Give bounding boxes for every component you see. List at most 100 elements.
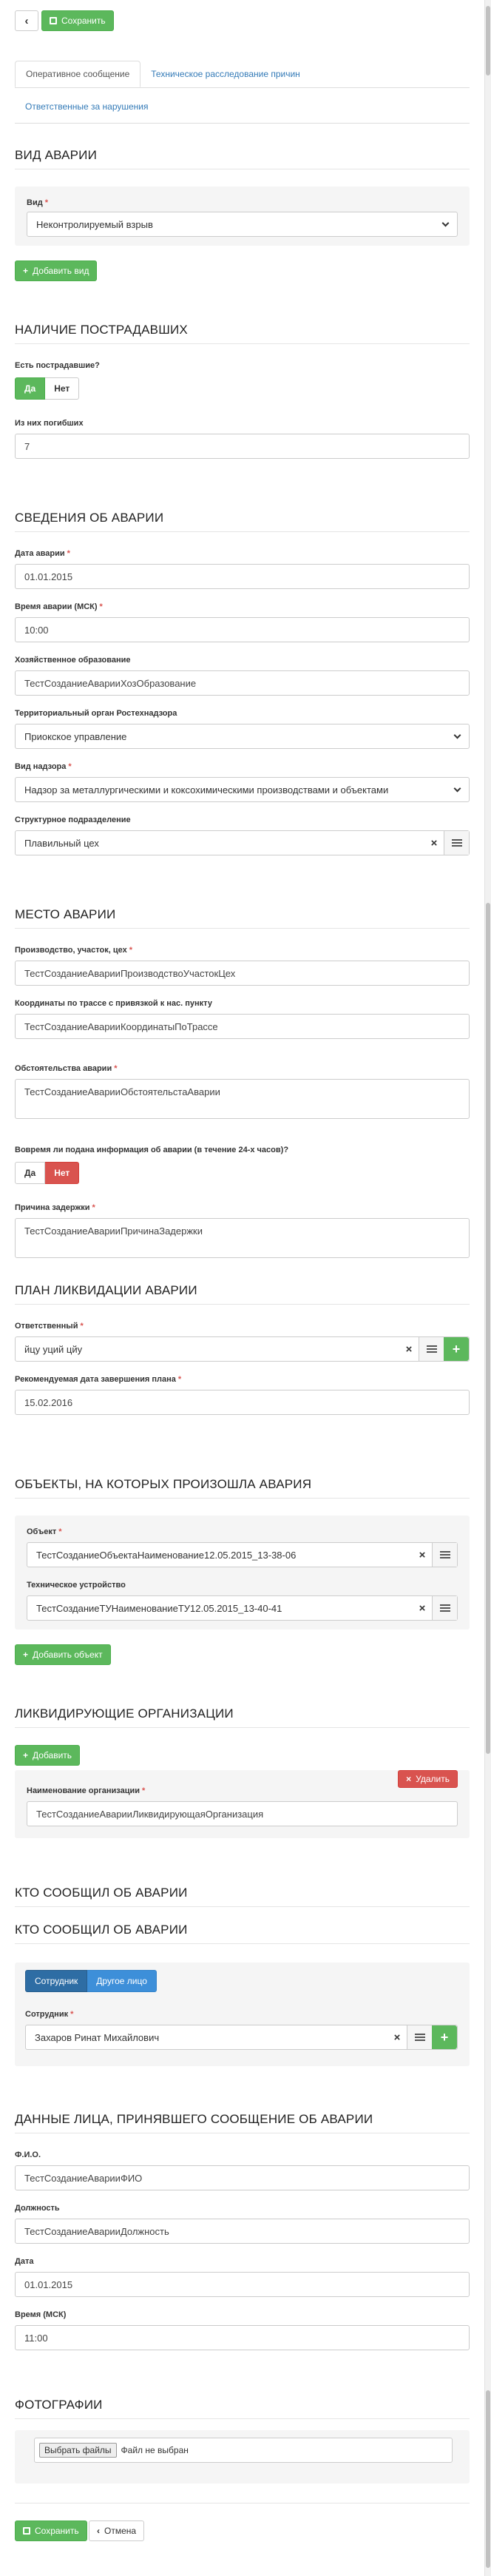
- pos-label: Должность: [15, 2204, 60, 2213]
- division-lookup[interactable]: Плавильный цех ×: [15, 830, 470, 855]
- receiver-time-input[interactable]: 11:00: [15, 2325, 470, 2350]
- cancel-label: Отмена: [104, 2526, 137, 2536]
- tab-operational[interactable]: Оперативное сообщение: [15, 61, 141, 87]
- no-option[interactable]: Нет: [45, 1162, 80, 1184]
- clear-icon[interactable]: ×: [413, 1549, 432, 1561]
- resp-lookup[interactable]: йцу уций цйу × +: [15, 1336, 470, 1362]
- menu-icon: [426, 1345, 437, 1353]
- file-input[interactable]: Выбрать файлы Файл не выбран: [34, 2438, 453, 2463]
- receiver-date-input[interactable]: 01.01.2015: [15, 2272, 470, 2297]
- add-icon[interactable]: +: [444, 1337, 469, 1361]
- save-button-bottom[interactable]: Сохранить: [15, 2520, 87, 2541]
- econ-label: Хозяйственное образование: [15, 656, 131, 665]
- coords-input[interactable]: ТестСозданиеАварииКоординатыПоТрассе: [15, 1014, 470, 1039]
- org-well: × Удалить Наименование организации * Тест…: [15, 1770, 470, 1838]
- tab-label: Оперативное сообщение: [26, 69, 130, 79]
- prod-input[interactable]: ТестСозданиеАварииПроизводствоУчастокЦех: [15, 961, 470, 986]
- clear-icon[interactable]: ×: [413, 1602, 432, 1615]
- fio-input[interactable]: ТестСозданиеАварииФИО: [15, 2165, 470, 2190]
- list-button[interactable]: [432, 1543, 457, 1567]
- org-input[interactable]: ТестСозданиеАварииЛиквидирующаяОрганизац…: [27, 1801, 458, 1826]
- timely-toggle: Да Нет: [15, 1162, 80, 1184]
- plus-icon: +: [23, 1750, 29, 1761]
- objects-well: Объект * ТестСозданиеОбъектаНаименование1…: [15, 1516, 470, 1630]
- add-type-button[interactable]: + Добавить вид: [15, 260, 98, 281]
- choose-files-button[interactable]: Выбрать файлы: [39, 2443, 117, 2458]
- delete-org-button[interactable]: × Удалить: [398, 1770, 458, 1788]
- pos-input[interactable]: ТестСозданиеАварииДолжность: [15, 2219, 470, 2244]
- delete-label: Удалить: [416, 1774, 450, 1784]
- no-file-label: Файл не выбран: [121, 2445, 189, 2455]
- fio-label: Ф.И.О.: [15, 2150, 41, 2159]
- dead-label: Из них погибших: [15, 419, 84, 428]
- division-value: Плавильный цех: [24, 837, 99, 849]
- device-label: Техническое устройство: [27, 1581, 126, 1590]
- no-option[interactable]: Нет: [45, 377, 80, 400]
- delay-label: Причина задержки *: [15, 1203, 95, 1212]
- object-lookup[interactable]: ТестСозданиеОбъектаНаименование12.05.201…: [27, 1542, 458, 1567]
- cancel-button[interactable]: ‹ Отмена: [89, 2520, 145, 2541]
- yes-option[interactable]: Да: [15, 377, 46, 400]
- add-object-button[interactable]: + Добавить объект: [15, 1644, 111, 1665]
- list-button[interactable]: [444, 831, 469, 855]
- employee-option[interactable]: Сотрудник: [25, 1970, 88, 1992]
- terr-select[interactable]: Приокское управление: [15, 724, 470, 749]
- type-well: Вид * Неконтролируемый взрыв: [15, 186, 470, 246]
- list-button[interactable]: [407, 2025, 432, 2049]
- photos-well: Выбрать файлы Файл не выбран: [15, 2430, 470, 2483]
- employee-value: Захаров Ринат Михайлович: [35, 2031, 160, 2043]
- dead-input[interactable]: 7: [15, 434, 470, 459]
- timely-label: Вовремя ли подана информация об аварии (…: [15, 1146, 289, 1154]
- clear-icon[interactable]: ×: [399, 1343, 419, 1356]
- add-icon[interactable]: +: [432, 2025, 457, 2049]
- type-select[interactable]: Неконтролируемый взрыв: [27, 212, 458, 237]
- division-label: Структурное подразделение: [15, 815, 131, 824]
- tab-label: Ответственные за нарушения: [25, 101, 149, 112]
- add-org-button[interactable]: + Добавить: [15, 1745, 81, 1766]
- date-input[interactable]: 01.01.2015: [15, 564, 470, 589]
- delay-textarea[interactable]: ТестСозданиеАварииПричинаЗадержки: [15, 1218, 470, 1258]
- circ-label: Обстоятельства аварии *: [15, 1064, 118, 1073]
- floppy-icon: [23, 2527, 30, 2535]
- object-value: ТестСозданиеОбъектаНаименование12.05.201…: [36, 1549, 297, 1561]
- tabs: Оперативное сообщение Техническое рассле…: [15, 61, 470, 124]
- divider: [15, 531, 470, 532]
- section-title: ПЛАН ЛИКВИДАЦИИ АВАРИИ: [15, 1283, 197, 1297]
- save-label: Сохранить: [61, 16, 106, 26]
- scrollbar-thumb[interactable]: [486, 6, 490, 75]
- section-title: СВЕДЕНИЯ ОБ АВАРИИ: [15, 511, 164, 525]
- reporter-toggle: Сотрудник Другое лицо: [25, 1970, 157, 1992]
- other-option[interactable]: Другое лицо: [87, 1970, 157, 1992]
- section-title: КТО СООБЩИЛ ОБ АВАРИИ: [15, 1886, 188, 1900]
- list-button[interactable]: [419, 1337, 444, 1361]
- scrollbar-thumb[interactable]: [486, 903, 490, 1754]
- plan-date-input[interactable]: 15.02.2016: [15, 1390, 470, 1415]
- clear-icon[interactable]: ×: [387, 2031, 407, 2044]
- time-input[interactable]: 10:00: [15, 617, 470, 642]
- tab-responsible[interactable]: Ответственные за нарушения: [15, 93, 158, 120]
- receiver-date-label: Дата: [15, 2257, 34, 2266]
- scrollbar-thumb[interactable]: [486, 2390, 490, 2568]
- arrow-left-icon: ‹: [24, 14, 29, 27]
- supervision-select[interactable]: Надзор за металлургическими и коксохимич…: [15, 777, 470, 802]
- add-type-label: Добавить вид: [33, 266, 89, 276]
- scrollbar[interactable]: [484, 0, 491, 2576]
- chevron-down-icon: [453, 784, 461, 792]
- section-title: ВИД АВАРИИ: [15, 148, 98, 162]
- employee-lookup[interactable]: Захаров Ринат Михайлович × +: [25, 2025, 458, 2050]
- yes-option[interactable]: Да: [15, 1162, 46, 1184]
- section-title: НАЛИЧИЕ ПОСТРАДАВШИХ: [15, 323, 188, 337]
- device-lookup[interactable]: ТестСозданиеТУНаименованиеТУ12.05.2015_1…: [27, 1595, 458, 1621]
- date-label: Дата аварии *: [15, 549, 70, 558]
- has-victims-label: Есть пострадавшие?: [15, 361, 100, 370]
- section-title: ОБЪЕКТЫ, НА КОТОРЫХ ПРОИЗОШЛА АВАРИЯ: [15, 1477, 312, 1491]
- clear-icon[interactable]: ×: [424, 837, 444, 850]
- back-button[interactable]: ‹: [15, 10, 38, 31]
- save-button-top[interactable]: Сохранить: [41, 10, 114, 31]
- tab-technical[interactable]: Техническое расследование причин: [140, 61, 311, 87]
- list-button[interactable]: [432, 1596, 457, 1620]
- circ-textarea[interactable]: ТестСозданиеАварииОбстоятельстаАварии: [15, 1079, 470, 1119]
- chevron-down-icon: [441, 219, 450, 226]
- type-label: Вид *: [27, 198, 48, 207]
- econ-input[interactable]: ТестСозданиеАварииХозОбразование: [15, 670, 470, 696]
